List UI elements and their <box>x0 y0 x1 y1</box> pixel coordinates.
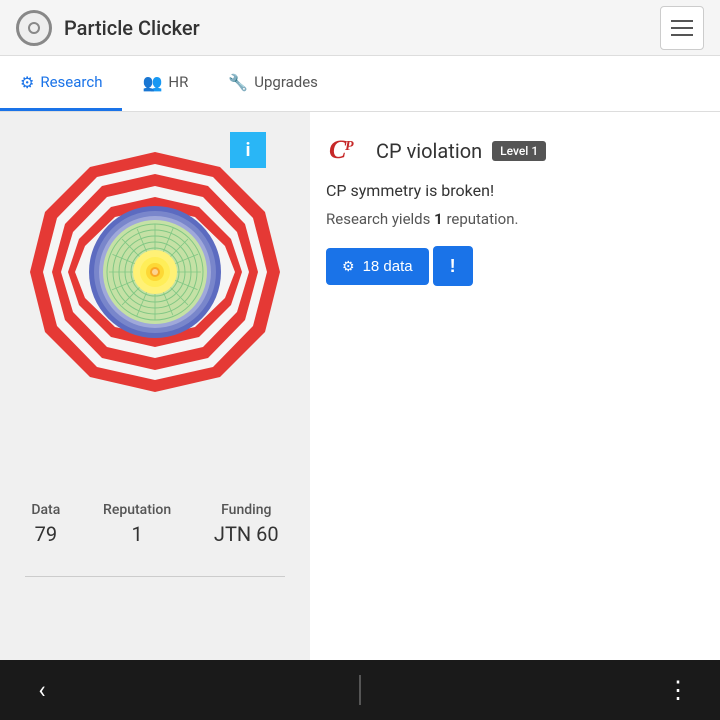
research-tab-label: Research <box>40 73 102 91</box>
back-button[interactable]: ‹ <box>20 668 64 712</box>
research-yield: Research yields 1 reputation. <box>326 210 704 228</box>
more-options-button[interactable]: ⋮ <box>656 668 700 712</box>
research-yield-suffix: reputation. <box>443 210 519 228</box>
research-description: CP symmetry is broken! <box>326 180 704 202</box>
bottom-bar: ‹ ⋮ <box>0 660 720 720</box>
exclaim-label: ! <box>450 256 456 277</box>
stat-reputation: Reputation 1 <box>103 502 171 546</box>
hamburger-line-1 <box>671 20 693 22</box>
svg-text:P: P <box>345 139 354 154</box>
menu-button[interactable] <box>660 6 704 50</box>
stats-row: Data 79 Reputation 1 Funding JTN 60 <box>0 482 310 556</box>
info-badge-label: i <box>246 140 251 161</box>
hamburger-line-2 <box>671 27 693 29</box>
app-icon-inner <box>28 22 40 34</box>
app-title: Particle Clicker <box>64 16 200 40</box>
upgrades-tab-label: Upgrades <box>254 73 318 91</box>
research-yield-prefix: Research yields <box>326 210 434 228</box>
gear-icon: ⚙ <box>342 258 355 275</box>
stat-data-label: Data <box>31 502 60 518</box>
bottom-divider <box>359 675 361 705</box>
research-yield-value: 1 <box>434 210 443 228</box>
research-data-button[interactable]: ⚙ 18 data <box>326 248 429 285</box>
stat-funding: Funding JTN 60 <box>214 502 279 546</box>
hamburger-line-3 <box>671 34 693 36</box>
upgrades-tab-icon: 🔧 <box>228 73 248 92</box>
research-action-buttons: ⚙ 18 data ! <box>326 246 704 286</box>
hr-tab-label: HR <box>168 73 188 91</box>
stat-data: Data 79 <box>31 502 60 546</box>
stat-reputation-value: 1 <box>131 522 142 546</box>
hr-tab-icon: 👥 <box>142 73 162 92</box>
stat-data-value: 79 <box>35 522 57 546</box>
research-item-header: C P CP violation Level 1 <box>326 132 704 170</box>
main-content: i <box>0 112 720 660</box>
research-tab-icon: ⚙ <box>20 73 34 92</box>
tab-research[interactable]: ⚙ Research <box>0 56 122 111</box>
cp-violation-icon: C P <box>326 132 366 170</box>
app-icon <box>16 10 52 46</box>
research-item-cp-violation: C P CP violation Level 1 CP symmetry is … <box>326 132 704 286</box>
tab-bar: ⚙ Research 👥 HR 🔧 Upgrades <box>0 56 720 112</box>
data-button-label: 18 data <box>363 258 413 275</box>
research-info-button[interactable]: ! <box>433 246 473 286</box>
left-panel: i <box>0 112 310 660</box>
panel-divider <box>25 576 285 577</box>
research-item-title: CP violation <box>376 139 482 163</box>
top-bar: Particle Clicker <box>0 0 720 56</box>
tab-hr[interactable]: 👥 HR <box>122 56 208 111</box>
tab-upgrades[interactable]: 🔧 Upgrades <box>208 56 338 111</box>
stat-funding-label: Funding <box>221 502 271 518</box>
particle-visualization <box>25 142 285 482</box>
stat-funding-value: JTN 60 <box>214 522 279 546</box>
app-branding: Particle Clicker <box>16 10 200 46</box>
stat-reputation-label: Reputation <box>103 502 171 518</box>
right-panel: C P CP violation Level 1 CP symmetry is … <box>310 112 720 660</box>
level-badge: Level 1 <box>492 141 546 161</box>
info-badge[interactable]: i <box>230 132 266 168</box>
